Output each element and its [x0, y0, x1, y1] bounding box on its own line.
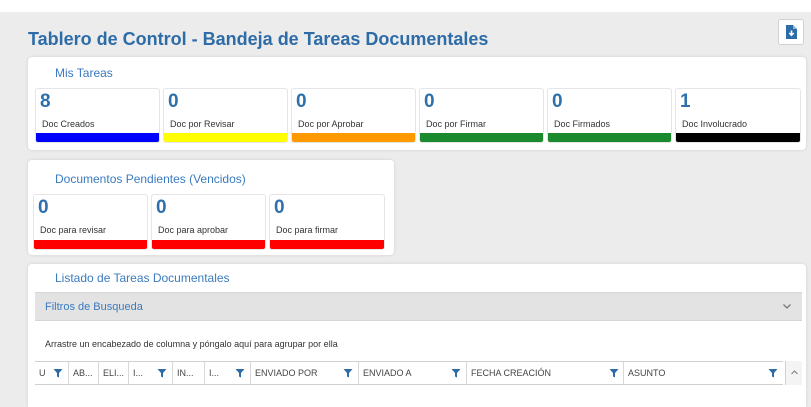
tile-doc-involucrado[interactable]: 1 Doc Involucrado — [675, 88, 801, 143]
column-label: FECHA CREACIÓN — [471, 368, 552, 378]
chevron-down-icon — [783, 304, 791, 309]
tile-doc-para-firmar[interactable]: 0 Doc para firmar — [269, 194, 385, 250]
filter-icon[interactable] — [235, 368, 245, 378]
grid-header: U AB... ELI... I... IN... I... ENVIADO P… — [35, 361, 783, 385]
filter-icon[interactable] — [451, 368, 461, 378]
column-label: ELI... — [103, 368, 125, 378]
column-header[interactable]: I... — [205, 362, 251, 384]
column-header[interactable]: U — [35, 362, 69, 384]
column-header[interactable]: ASUNTO — [624, 362, 783, 384]
filter-icon[interactable] — [53, 368, 63, 378]
tile-doc-firmados[interactable]: 0 Doc Firmados — [547, 88, 672, 143]
pendientes-title: Documentos Pendientes (Vencidos) — [55, 172, 246, 186]
tile-label: Doc por Revisar — [170, 119, 235, 129]
pendientes-card: Documentos Pendientes (Vencidos) 0 Doc p… — [28, 160, 394, 255]
tile-color-bar — [34, 240, 147, 249]
scrollbar-up-button[interactable] — [785, 361, 802, 385]
tile-value: 0 — [156, 197, 167, 218]
tile-label: Doc Firmados — [554, 119, 611, 129]
column-header[interactable]: AB... — [69, 362, 99, 384]
tile-color-bar — [292, 133, 415, 142]
tile-doc-por-aprobar[interactable]: 0 Doc por Aprobar — [291, 88, 416, 143]
column-label: AB... — [73, 368, 93, 378]
group-panel[interactable]: Arrastre un encabezado de columna y póng… — [35, 330, 802, 358]
tile-color-bar — [152, 240, 265, 249]
column-header[interactable]: ENVIADO POR — [251, 362, 359, 384]
tile-value: 0 — [296, 91, 307, 112]
tile-value: 0 — [274, 197, 285, 218]
filter-icon[interactable] — [609, 368, 619, 378]
grid-body — [35, 386, 802, 407]
tile-label: Doc por Aprobar — [298, 119, 364, 129]
tile-label: Doc para aprobar — [158, 225, 229, 235]
group-hint: Arrastre un encabezado de columna y póng… — [45, 339, 338, 349]
chevron-up-icon — [791, 370, 798, 375]
tile-color-bar — [36, 133, 159, 142]
tile-value: 0 — [552, 91, 563, 112]
filter-icon[interactable] — [157, 368, 167, 378]
file-download-icon — [786, 25, 797, 39]
tile-color-bar — [164, 133, 287, 142]
filter-icon[interactable] — [768, 368, 778, 378]
dashboard-page: Tablero de Control - Bandeja de Tareas D… — [0, 0, 811, 407]
tile-value: 0 — [424, 91, 435, 112]
column-label: ASUNTO — [628, 368, 666, 378]
column-label: IN... — [177, 368, 194, 378]
column-header[interactable]: ENVIADO A — [359, 362, 467, 384]
tile-doc-creados[interactable]: 8 Doc Creados — [35, 88, 160, 143]
tile-doc-para-revisar[interactable]: 0 Doc para revisar — [33, 194, 148, 250]
column-label: U — [39, 368, 46, 378]
mis-tareas-title: Mis Tareas — [55, 66, 113, 80]
tile-color-bar — [270, 240, 384, 249]
listado-title: Listado de Tareas Documentales — [55, 271, 230, 285]
tile-label: Doc Creados — [42, 119, 95, 129]
tile-value: 8 — [40, 91, 51, 112]
column-header[interactable]: ELI... — [99, 362, 129, 384]
page-title: Tablero de Control - Bandeja de Tareas D… — [28, 29, 489, 49]
filters-label: Filtros de Busqueda — [45, 301, 143, 313]
tile-value: 1 — [680, 91, 691, 112]
tile-label: Doc para firmar — [276, 225, 339, 235]
top-strip — [0, 0, 811, 12]
tile-color-bar — [548, 133, 671, 142]
filter-icon[interactable] — [343, 368, 353, 378]
tile-label: Doc por Firmar — [426, 119, 487, 129]
column-label: I... — [133, 368, 144, 378]
tile-label: Doc Involucrado — [682, 119, 748, 129]
column-label: ENVIADO A — [363, 368, 412, 378]
tile-color-bar — [676, 133, 800, 142]
tile-color-bar — [420, 133, 543, 142]
tile-value: 0 — [168, 91, 179, 112]
tile-doc-por-revisar[interactable]: 0 Doc por Revisar — [163, 88, 288, 143]
tile-doc-para-aprobar[interactable]: 0 Doc para aprobar — [151, 194, 266, 250]
column-header[interactable]: I... — [129, 362, 173, 384]
column-label: I... — [209, 368, 220, 378]
export-button[interactable] — [778, 19, 804, 45]
tile-value: 0 — [38, 197, 49, 218]
column-header[interactable]: FECHA CREACIÓN — [467, 362, 624, 384]
tile-label: Doc para revisar — [40, 225, 107, 235]
column-label: ENVIADO POR — [255, 368, 318, 378]
tile-doc-por-firmar[interactable]: 0 Doc por Firmar — [419, 88, 544, 143]
filters-toggle[interactable]: Filtros de Busqueda — [35, 292, 802, 321]
mis-tareas-card: Mis Tareas 8 Doc Creados 0 Doc por Revis… — [28, 57, 806, 150]
column-header[interactable]: IN... — [173, 362, 205, 384]
